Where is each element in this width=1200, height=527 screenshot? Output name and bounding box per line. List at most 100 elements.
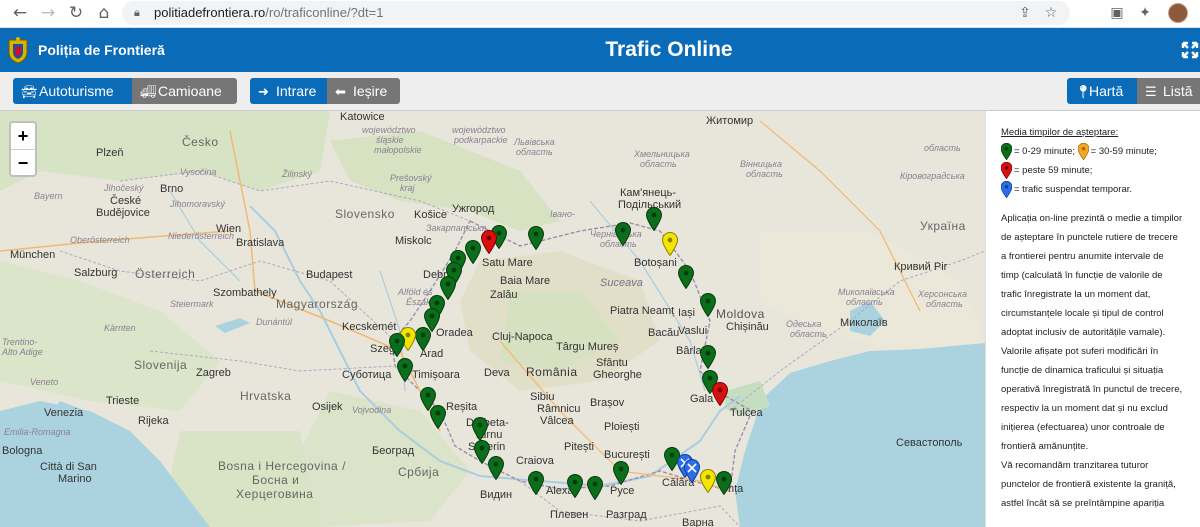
label-presovsky: Prešovský — [390, 173, 432, 183]
label-botosani: Botoșani — [634, 257, 677, 269]
yellow-pin-icon[interactable] — [700, 469, 716, 493]
legend-panel: Media timpilor de așteptare: = 0-29 minu… — [985, 111, 1200, 527]
zoom-out-button[interactable]: − — [11, 150, 35, 176]
green-pin-icon[interactable] — [415, 327, 431, 351]
label-oradea: Oradea — [436, 327, 473, 339]
legend-line: operativă înregistrată în punctul de tre… — [1001, 384, 1183, 395]
map-canvas[interactable]: Katowice Brno Plzeň Česko České Budějovi… — [0, 111, 985, 527]
label-magyarorszag: Magyarország — [276, 297, 359, 311]
legend-green-text: = 0-29 minute; — [1014, 146, 1075, 157]
green-pin-icon[interactable] — [716, 471, 732, 495]
green-pin-icon[interactable] — [700, 293, 716, 317]
puzzle-icon[interactable]: ✦ — [1136, 4, 1154, 22]
profile-avatar[interactable] — [1168, 3, 1188, 23]
label-bosna2: Босна и — [252, 473, 300, 487]
zoom-in-button[interactable]: + — [11, 123, 35, 150]
red-pin-icon[interactable] — [481, 230, 497, 254]
blue-pin-icon[interactable] — [684, 459, 700, 483]
green-pin-icon[interactable] — [488, 456, 504, 480]
legend-line: respectiv la un moment dat și nu exclud — [1001, 403, 1168, 414]
label-bologna: Bologna — [2, 445, 43, 457]
label-cesko: Česko — [182, 135, 219, 149]
red-pin-icon[interactable] — [712, 382, 728, 406]
label-marino: Marino — [58, 473, 92, 485]
label-bayern: Bayern — [34, 191, 63, 201]
green-pin-icon — [1001, 142, 1012, 160]
legend-line: astfel încât să se preîntâmpine apariția — [1001, 498, 1165, 509]
legend-line: Vă recomandăm tranzitarea tuturor — [1001, 460, 1149, 471]
arrow-right-icon: ➜ — [258, 85, 269, 100]
cars-button[interactable]: 🚘︎Autoturisme — [13, 78, 132, 104]
label-osijek: Osijek — [312, 401, 343, 413]
yellow-pin-icon[interactable] — [662, 232, 678, 256]
url-path: /ro/traficonline/?dt=1 — [265, 5, 384, 20]
label-oblast8: область — [926, 299, 963, 309]
url-text: politiadefrontiera.ro/ro/traficonline/?d… — [154, 5, 383, 20]
entry-label: Intrare — [276, 83, 317, 99]
label-rijeka: Rijeka — [138, 415, 169, 427]
green-pin-icon[interactable] — [646, 207, 662, 231]
extension-icon[interactable]: ▣ — [1108, 4, 1126, 22]
label-salzburg: Salzburg — [74, 267, 118, 279]
label-iasi: Iași — [678, 307, 696, 319]
share-icon[interactable]: ⇪ — [1016, 4, 1034, 22]
label-kryvyi: Кривий Ріг — [894, 261, 948, 273]
legend-line: de așteptare în punctele rutiere de trec… — [1001, 232, 1178, 243]
green-pin-icon[interactable] — [528, 226, 544, 250]
label-miskolc: Miskolc — [395, 235, 432, 247]
home-icon[interactable]: ⌂ — [94, 3, 114, 23]
map-pin-icon: 📍︎ — [1075, 85, 1092, 100]
label-katowice: Katowice — [340, 111, 385, 123]
label-sfantu: Sfântu — [596, 357, 628, 369]
entry-button[interactable]: ➜ Intrare — [250, 78, 327, 104]
address-bar[interactable]: 🔒︎ politiadefrontiera.ro/ro/traficonline… — [122, 1, 1070, 25]
label-brno: Brno — [160, 183, 184, 195]
legend-row-red: = peste 59 minute; — [1001, 161, 1196, 180]
url-host: politiadefrontiera.ro — [154, 5, 266, 20]
label-pleven: Плевен — [550, 509, 589, 521]
forward-arrow-icon[interactable]: → — [38, 3, 58, 23]
label-malopolskie: małopolskie — [374, 145, 422, 155]
green-pin-icon[interactable] — [472, 417, 488, 441]
star-icon[interactable]: ☆ — [1042, 4, 1060, 22]
green-pin-icon[interactable] — [397, 358, 413, 382]
yellow-pin-icon — [1077, 142, 1089, 160]
map-view-button[interactable]: 📍︎Hartă — [1067, 78, 1137, 104]
label-trieste: Trieste — [106, 395, 140, 407]
label-kirovohradska: Кіровоградська — [900, 171, 965, 181]
reload-icon[interactable]: ↻ — [66, 3, 86, 23]
green-pin-icon[interactable] — [615, 222, 631, 246]
back-arrow-icon[interactable]: ← — [10, 3, 30, 23]
green-pin-icon[interactable] — [430, 405, 446, 429]
label-vinnytska: Вінницька — [740, 159, 783, 169]
green-pin-icon[interactable] — [613, 461, 629, 485]
label-trentino: Trentino- — [2, 337, 38, 347]
label-suceava: Suceava — [600, 277, 643, 289]
label-oberosterreich: Oberösterreich — [70, 235, 130, 245]
label-eszak: Észak — [406, 297, 431, 307]
legend-line: funcție de dinamica traficului și situaț… — [1001, 365, 1164, 376]
green-pin-icon[interactable] — [700, 345, 716, 369]
green-pin-icon[interactable] — [465, 240, 481, 264]
page-title: Trafic Online — [605, 38, 733, 61]
exit-button[interactable]: ⬅ Ieșire — [327, 78, 400, 104]
label-srbija: Србија — [398, 465, 440, 479]
label-zakarpatska: Закарпатська — [426, 223, 487, 233]
green-pin-icon[interactable] — [678, 265, 694, 289]
list-view-button[interactable]: ☰ Listă — [1137, 78, 1200, 104]
label-oblast2: область — [640, 159, 677, 169]
green-pin-icon[interactable] — [389, 333, 405, 357]
label-brasov: Brașov — [590, 397, 625, 409]
label-satumare: Satu Mare — [482, 257, 533, 269]
green-pin-icon[interactable] — [567, 474, 583, 498]
label-piatraneamt: Piatra Neamț — [610, 305, 675, 317]
label-odeska: Одеська — [786, 319, 822, 329]
green-pin-icon[interactable] — [587, 476, 603, 500]
trucks-button[interactable]: 🚚︎Camioane — [132, 78, 237, 104]
label-romania: România — [526, 365, 578, 379]
fullscreen-icon[interactable] — [1180, 40, 1200, 60]
label-jihomoravsky: Jihomoravský — [170, 199, 226, 209]
list-label: Listă — [1163, 83, 1193, 99]
green-pin-icon[interactable] — [528, 471, 544, 495]
label-galati: Gala — [690, 393, 714, 405]
